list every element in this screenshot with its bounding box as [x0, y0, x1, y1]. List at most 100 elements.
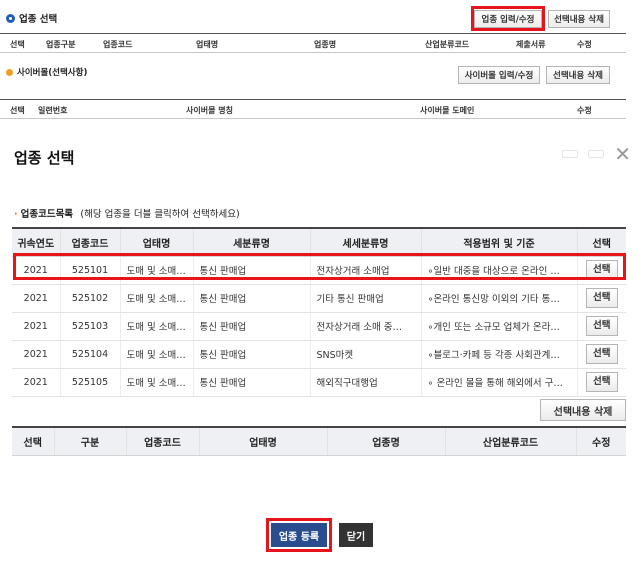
col-select: 선택 — [12, 427, 55, 456]
industry-section-title: 업종 선택 — [19, 14, 58, 25]
delete-selection-button[interactable]: 선택내용 삭제 — [540, 399, 626, 421]
sub-subcategory-cell: 전자상거래 소매업 — [310, 256, 422, 285]
bullet-icon: · — [14, 209, 18, 220]
table-row[interactable]: 2021 525105 도매 및 소매… 통신 판매업 해외직구대행업 ∘ 온라… — [12, 368, 626, 397]
scope-cell: ∘온라인 통신망 이외의 기타 통… — [421, 284, 578, 313]
col-sub-subcategory: 세세분류명 — [310, 228, 422, 257]
col-edit: 수정 — [577, 40, 592, 49]
col-industry-code: 업종코드 — [103, 40, 133, 49]
year-cell: 2021 — [12, 340, 61, 369]
col-industry-class-code: 산업분류코드 — [425, 40, 470, 49]
col-business: 업태명 — [120, 228, 194, 257]
subcategory-cell: 통신 판매업 — [193, 256, 311, 285]
business-cell: 도매 및 소매… — [120, 284, 194, 313]
select-cell: 선택 — [577, 312, 626, 341]
code-cell: 525102 — [60, 284, 121, 313]
cybermall-input-button[interactable]: 사이버몰 입력/수정 — [458, 66, 540, 84]
col-select: 선택 — [10, 106, 25, 115]
col-industry-type: 업종구분 — [46, 40, 76, 49]
subcategory-cell: 통신 판매업 — [193, 368, 311, 397]
subcategory-cell: 통신 판매업 — [193, 340, 311, 369]
industry-input-button[interactable]: 업종 입력/수정 — [474, 10, 542, 28]
year-cell: 2021 — [12, 368, 61, 397]
industry-delete-button[interactable]: 선택내용 삭제 — [548, 10, 610, 28]
cybermall-table-header: 선택 일련번호 사이버몰 명칭 사이버몰 도메인 수정 — [0, 99, 626, 119]
scope-cell: ∘개인 또는 소규모 업체가 온라… — [421, 312, 578, 341]
col-serial: 일련번호 — [38, 106, 68, 115]
select-button[interactable]: 선택 — [585, 344, 618, 364]
register-industry-button[interactable]: 업종 등록 — [271, 523, 327, 547]
col-industry-name: 업종명 — [314, 40, 337, 49]
col-mall-domain: 사이버몰 도메인 — [420, 106, 475, 115]
code-cell: 525104 — [60, 340, 121, 369]
background-page: 업종 선택 업종 입력/수정 선택내용 삭제 선택 업종구분 업종코드 업태명 … — [0, 0, 643, 130]
modal-controls: ✕ — [562, 144, 631, 164]
sub-subcategory-cell: SNS마켓 — [310, 340, 422, 369]
business-cell: 도매 및 소매… — [120, 256, 194, 285]
scope-cell: ∘일반 대중을 대상으로 온라인 … — [421, 256, 578, 285]
cybermall-delete-button[interactable]: 선택내용 삭제 — [546, 66, 610, 84]
minimize-icon[interactable] — [562, 150, 579, 158]
select-cell: 선택 — [577, 256, 626, 285]
col-code: 업종코드 — [60, 228, 121, 257]
code-cell: 525105 — [60, 368, 121, 397]
modal-title: 업종 선택 — [14, 149, 75, 167]
industry-code-table: 귀속연도 업종코드 업태명 세분류명 세세분류명 적용범위 및 기준 선택 20… — [12, 227, 626, 397]
maximize-icon[interactable] — [588, 150, 605, 158]
col-edit: 수정 — [576, 427, 626, 456]
year-cell: 2021 — [12, 312, 61, 341]
bullet-icon — [6, 68, 13, 76]
code-cell: 525101 — [60, 256, 121, 285]
selected-industry-table: 선택 구분 업종코드 업태명 업종명 산업분류코드 수정 — [12, 426, 626, 456]
select-button[interactable]: 선택 — [585, 372, 618, 392]
col-select: 선택 — [10, 40, 25, 49]
table-header-row: 귀속연도 업종코드 업태명 세분류명 세세분류명 적용범위 및 기준 선택 — [12, 228, 626, 257]
scope-cell: ∘블로그·카페 등 각종 사회관계… — [421, 340, 578, 369]
table-header-row: 선택 구분 업종코드 업태명 업종명 산업분류코드 수정 — [12, 427, 626, 456]
table-row[interactable]: 2021 525101 도매 및 소매… 통신 판매업 전자상거래 소매업 ∘일… — [12, 256, 626, 285]
col-business-name: 업태명 — [196, 40, 219, 49]
col-class-code: 산업분류코드 — [445, 427, 577, 456]
close-button[interactable]: 닫기 — [339, 523, 373, 547]
business-cell: 도매 및 소매… — [120, 340, 194, 369]
year-cell: 2021 — [12, 256, 61, 285]
bullet-icon — [6, 13, 15, 23]
select-button[interactable]: 선택 — [585, 260, 618, 280]
col-select: 선택 — [577, 228, 626, 257]
table-row[interactable]: 2021 525103 도매 및 소매… 통신 판매업 전자상거래 소매 중… … — [12, 312, 626, 341]
col-code: 업종코드 — [126, 427, 200, 456]
business-cell: 도매 및 소매… — [120, 368, 194, 397]
industry-table-header: 선택 업종구분 업종코드 업태명 업종명 산업분류코드 제출서류 수정 — [0, 33, 626, 53]
year-cell: 2021 — [12, 284, 61, 313]
select-button[interactable]: 선택 — [585, 288, 618, 308]
business-cell: 도매 및 소매… — [120, 312, 194, 341]
select-cell: 선택 — [577, 340, 626, 369]
subcategory-cell: 통신 판매업 — [193, 312, 311, 341]
cybermall-section-title: 사이버몰(선택사항) — [17, 68, 88, 78]
col-business: 업태명 — [199, 427, 328, 456]
code-cell: 525103 — [60, 312, 121, 341]
code-list-title: 업종코드목록 — [20, 209, 74, 220]
col-scope: 적용범위 및 기준 — [421, 228, 578, 257]
col-mall-name: 사이버몰 명칭 — [186, 106, 233, 115]
col-type: 구분 — [54, 427, 127, 456]
col-edit: 수정 — [577, 106, 592, 115]
scope-cell: ∘ 온라인 몰을 통해 해외에서 구… — [421, 368, 578, 397]
sub-subcategory-cell: 해외직구대행업 — [310, 368, 422, 397]
select-button[interactable]: 선택 — [585, 316, 618, 336]
table-row[interactable]: 2021 525104 도매 및 소매… 통신 판매업 SNS마켓 ∘블로그·카… — [12, 340, 626, 369]
cybermall-section-heading: 사이버몰(선택사항) — [6, 66, 87, 78]
select-cell: 선택 — [577, 284, 626, 313]
industry-select-modal: 업종 선택 ✕ · 업종코드목록 (해당 업종을 더블 클릭하여 선택하세요) 귀… — [0, 132, 643, 564]
subcategory-cell: 통신 판매업 — [193, 284, 311, 313]
sub-subcategory-cell: 전자상거래 소매 중… — [310, 312, 422, 341]
industry-section-heading: 업종 선택 — [6, 11, 57, 25]
col-industry-name: 업종명 — [327, 427, 446, 456]
col-documents: 제출서류 — [516, 40, 546, 49]
code-list-hint: (해당 업종을 더블 클릭하여 선택하세요) — [80, 209, 240, 220]
select-cell: 선택 — [577, 368, 626, 397]
col-year: 귀속연도 — [12, 228, 61, 257]
table-row[interactable]: 2021 525102 도매 및 소매… 통신 판매업 기타 통신 판매업 ∘온… — [12, 284, 626, 313]
code-list-heading: · 업종코드목록 (해당 업종을 더블 클릭하여 선택하세요) — [14, 206, 240, 220]
close-icon[interactable]: ✕ — [614, 144, 631, 164]
